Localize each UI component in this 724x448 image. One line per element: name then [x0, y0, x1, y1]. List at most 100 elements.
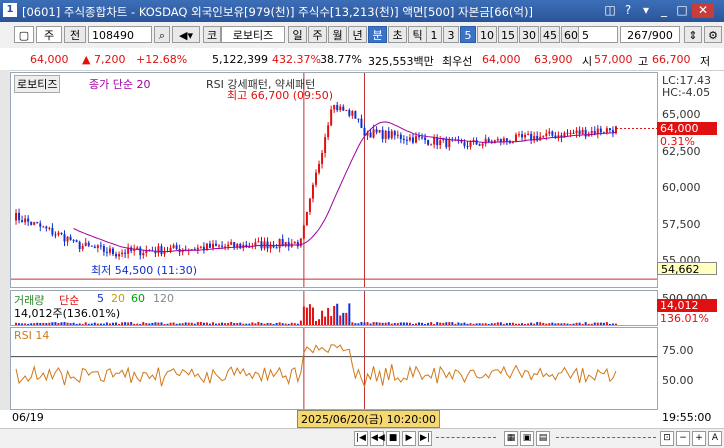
interval-button-5[interactable]: 5	[460, 26, 476, 43]
interval-button-30[interactable]: 30	[519, 26, 539, 43]
chart-tools-icon[interactable]: ⇕	[684, 26, 702, 43]
candle-body-114	[357, 118, 360, 120]
stock-code-input[interactable]: 108490	[88, 26, 152, 43]
close-button[interactable]: ✕	[692, 3, 714, 18]
volume-bar-56	[181, 323, 184, 325]
candle-body-66	[211, 243, 214, 248]
volume-bar-166	[514, 323, 517, 325]
volume-bar-3	[21, 323, 24, 325]
scroll-last-icon[interactable]: ▶|	[418, 431, 432, 446]
volume-bar-53	[172, 322, 175, 325]
pin-icon[interactable]: ▾	[638, 3, 654, 18]
zoom-in-icon[interactable]: +	[692, 431, 706, 446]
low-label: 저	[700, 55, 711, 68]
rsi-chart[interactable]	[11, 328, 657, 409]
rsi-legend[interactable]: RSI 14	[14, 329, 49, 342]
candle-body-35	[118, 254, 121, 257]
volume-bar-76	[242, 323, 245, 325]
settings-icon[interactable]: ⚙	[704, 26, 722, 43]
interval-button-45[interactable]: 45	[540, 26, 560, 43]
volume-bar-15	[57, 323, 60, 325]
candle-body-175	[542, 135, 545, 137]
minimize-icon[interactable]: _	[656, 3, 672, 18]
scroll-first-icon[interactable]: |◀	[354, 431, 368, 446]
zoom-out-icon[interactable]: −	[676, 431, 690, 446]
candle-body-88	[278, 239, 281, 248]
lock-icon[interactable]: ▢	[14, 26, 34, 43]
font-size-icon[interactable]: A	[708, 431, 722, 446]
volume-bar-90	[284, 323, 287, 325]
candle-body-62	[199, 246, 202, 248]
stock-name-field[interactable]: 로보티즈	[221, 26, 285, 43]
rsi-panel[interactable]: RSI 14	[10, 327, 658, 410]
volume-bar-87	[275, 322, 278, 325]
candle-body-100	[315, 172, 317, 185]
price-panel[interactable]: 로보티즈 종가 단순 20 RSI 강세패턴, 약세패턴 최고 66,700 (…	[10, 72, 658, 288]
volume-bar-191	[590, 323, 593, 325]
period-tab-0[interactable]: 일	[288, 26, 307, 43]
scroll-next-icon[interactable]: ▶	[402, 431, 416, 446]
rsi-line	[15, 344, 617, 389]
tick-60000: 60,000	[662, 181, 701, 194]
candle-body-150	[466, 145, 469, 147]
volume-bar-97	[305, 307, 308, 325]
interval-select[interactable]: 5	[578, 26, 618, 43]
interval-button-15[interactable]: 15	[498, 26, 518, 43]
candle-body-28	[96, 245, 99, 248]
volume-bar-153	[475, 323, 478, 325]
legend-stock-name[interactable]: 로보티즈	[14, 75, 61, 93]
tool-icon-2[interactable]: ▣	[520, 431, 534, 446]
candle-body-3	[21, 220, 24, 223]
period-tab-1[interactable]: 주	[308, 26, 327, 43]
volume-bar-28	[96, 323, 99, 325]
volume-bar-110	[345, 312, 348, 325]
help-icon[interactable]: ?	[620, 3, 636, 18]
all-button[interactable]: 전	[64, 26, 86, 43]
candle-body-134	[418, 136, 421, 138]
link-icon[interactable]: ◫	[602, 3, 618, 18]
volume-bar-128	[399, 322, 402, 325]
stock-prefix-button[interactable]: 코	[203, 26, 221, 43]
data-count-field[interactable]: 267/900	[620, 26, 680, 43]
candle-body-154	[478, 144, 481, 146]
period-tab-3[interactable]: 년	[348, 26, 367, 43]
period-tab-6[interactable]: 틱	[408, 26, 427, 43]
interval-button-3[interactable]: 3	[443, 26, 459, 43]
high-annotation: 최고 66,700 (09:50)	[227, 89, 334, 102]
tool-icon-1[interactable]: ▦	[504, 431, 518, 446]
high-price: 66,700	[652, 53, 691, 66]
market-select[interactable]: 주	[36, 26, 62, 43]
volume-bar-8	[36, 322, 39, 325]
search-icon[interactable]: ⌕	[154, 26, 170, 43]
scroll-prev-icon[interactable]: ◀◀	[370, 431, 385, 446]
volume-panel[interactable]: 거래량 단순 5 20 60 120 14,012주(136.01%)	[10, 290, 658, 326]
volume-bar-48	[157, 322, 160, 325]
interval-button-1[interactable]: 1	[426, 26, 442, 43]
scroll-track[interactable]	[436, 437, 496, 440]
zoom-fit-icon[interactable]: ⊡	[660, 431, 674, 446]
left-scroll-strip[interactable]	[0, 70, 10, 410]
volume-bar-142	[442, 322, 445, 325]
zoom-track[interactable]	[556, 437, 656, 438]
period-tab-5[interactable]: 초	[388, 26, 407, 43]
candle-body-178	[551, 131, 554, 136]
candle-body-128	[399, 134, 402, 140]
interval-button-10[interactable]: 10	[477, 26, 497, 43]
period-tab-4[interactable]: 분	[368, 26, 387, 43]
tool-icon-3[interactable]: ▤	[536, 431, 550, 446]
ask-price: 64,000	[482, 53, 521, 66]
rsi-tick-50: 50.00	[662, 374, 694, 387]
candle-body-132	[411, 137, 414, 143]
stop-icon[interactable]: ■	[386, 431, 400, 446]
candle-body-4	[24, 218, 27, 223]
candle-body-185	[572, 132, 575, 134]
period-tab-2[interactable]: 월	[328, 26, 347, 43]
speaker-icon[interactable]: ◀▾	[172, 26, 200, 43]
candle-body-97	[305, 211, 308, 226]
volume-bar-95	[299, 320, 302, 325]
candle-body-163	[505, 138, 508, 141]
legend-ma[interactable]: 종가 단순 20	[89, 76, 150, 92]
candle-body-109	[342, 106, 345, 111]
candlestick-chart[interactable]	[11, 73, 657, 287]
maximize-icon[interactable]: □	[674, 3, 690, 18]
